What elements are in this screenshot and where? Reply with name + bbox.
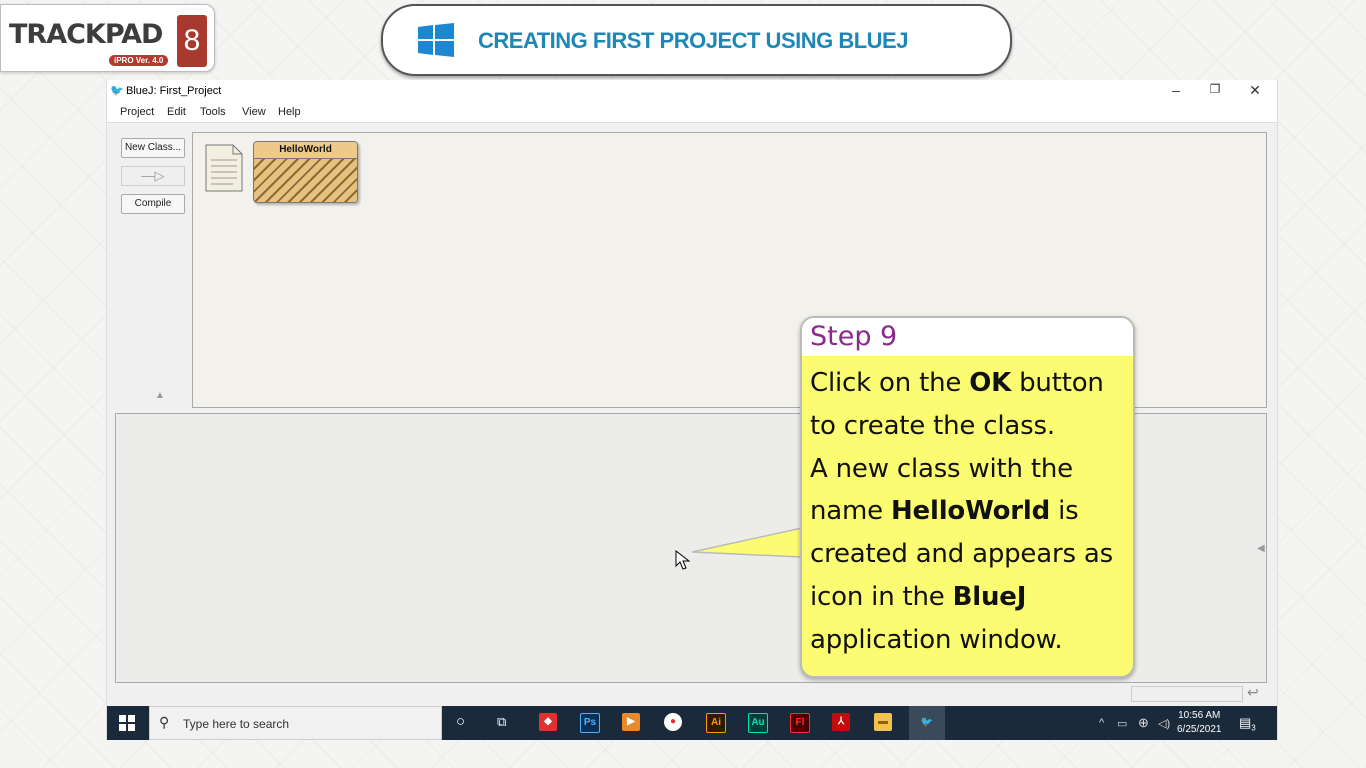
flash-icon[interactable]: Fl [790,713,810,733]
uncompiled-hatch [254,159,357,202]
lesson-title: CREATING FIRST PROJECT USING BLUEJ [478,28,908,53]
minimize-button[interactable]: – [1161,82,1191,98]
window-title: BlueJ: First_Project [126,85,222,97]
close-button[interactable]: ✕ [1240,82,1270,99]
callout-text: button [1011,368,1104,398]
menu-help[interactable]: Help [278,106,301,118]
windows-taskbar: ⚲ Type here to search ○ ⧉ ◆ Ps ▶ ● Ai Au… [107,706,1277,740]
callout-text: to create the class. [810,410,1055,441]
notification-icon[interactable]: ▤3 [1239,715,1256,733]
menu-bar: Project Edit Tools View Help [107,102,1277,123]
bluej-taskbar-icon[interactable]: 🐦 [909,706,945,740]
logo-version: iPRO Ver. 4.0 [109,55,169,66]
step-callout: Step 9 Click on the OK button to create … [800,316,1135,678]
logo-text: TRACKPAD [9,19,163,50]
file-explorer-icon[interactable]: ▬ [874,713,892,731]
window-titlebar: 🐦 BlueJ: First_Project – ❐ ✕ [107,80,1277,102]
status-progress-field [1131,686,1243,702]
audition-icon[interactable]: Au [748,713,768,733]
menu-edit[interactable]: Edit [167,106,186,118]
task-view-icon[interactable]: ⧉ [497,714,506,730]
trackpad-logo: TRACKPAD 8 iPRO Ver. 4.0 [0,4,215,72]
tray-chevron-icon[interactable]: ^ [1099,717,1104,729]
callout-text: Click on the [810,368,970,398]
restore-button[interactable]: ❐ [1200,82,1230,96]
notification-count: 3 [1251,723,1256,733]
search-icon: ⚲ [159,714,170,730]
return-icon[interactable]: ↩ [1247,684,1259,701]
compile-button[interactable]: Compile [121,194,185,214]
clock-time: 10:56 AM [1178,710,1221,721]
class-name-label: HelloWorld [254,142,357,159]
menu-view[interactable]: View [242,106,266,118]
battery-icon[interactable]: ▭ [1117,717,1127,730]
helloworld-class-box[interactable]: HelloWorld [253,141,358,203]
callout-text: A new class with the [810,453,1073,484]
collapse-up-icon[interactable]: ▲ [155,390,165,401]
step-description: Click on the OK button to create the cla… [802,356,1133,662]
new-class-button[interactable]: New Class... [121,138,185,158]
callout-text: created and appears as [810,539,1113,570]
callout-pointer [691,527,803,558]
step-heading: Step 9 [802,318,1133,356]
inheritance-arrow-button[interactable]: —▷ [121,166,185,186]
tool-panel: New Class... —▷ Compile ▲ [115,132,187,412]
lesson-banner: CREATING FIRST PROJECT USING BLUEJ [381,4,1012,76]
menu-project[interactable]: Project [120,106,154,118]
acrobat-icon[interactable]: ⅄ [832,713,850,731]
anydesk-icon[interactable]: ◆ [539,713,557,731]
collapse-left-icon[interactable]: ◀ [1257,543,1265,554]
callout-bold: BlueJ [952,581,1027,612]
callout-text: is [1050,496,1079,527]
taskbar-search[interactable]: ⚲ Type here to search [149,706,442,740]
mouse-cursor-icon [675,550,691,570]
callout-text: icon in the [810,581,953,612]
readme-document-icon[interactable] [205,144,243,192]
system-clock[interactable]: 10:56 AM 6/25/2021 [1177,709,1222,737]
cortana-icon[interactable]: ○ [456,713,465,730]
volume-icon[interactable]: ◁) [1158,717,1170,730]
clock-date: 6/25/2021 [1177,724,1222,735]
windows-logo-icon [418,23,454,57]
media-player-icon[interactable]: ▶ [622,713,640,731]
chrome-icon[interactable]: ● [664,713,682,731]
menu-tools[interactable]: Tools [200,106,226,118]
search-placeholder: Type here to search [183,717,290,731]
callout-bold: OK [969,368,1012,398]
callout-text: application window. [810,624,1063,655]
photoshop-icon[interactable]: Ps [580,713,600,733]
callout-text: name [810,496,891,527]
start-button-icon[interactable] [119,715,135,731]
network-icon[interactable]: ⊕ [1138,715,1149,731]
callout-bold: HelloWorld [891,496,1051,527]
bluej-app-icon: 🐦 [110,85,124,97]
logo-number: 8 [177,15,207,67]
illustrator-icon[interactable]: Ai [706,713,726,733]
